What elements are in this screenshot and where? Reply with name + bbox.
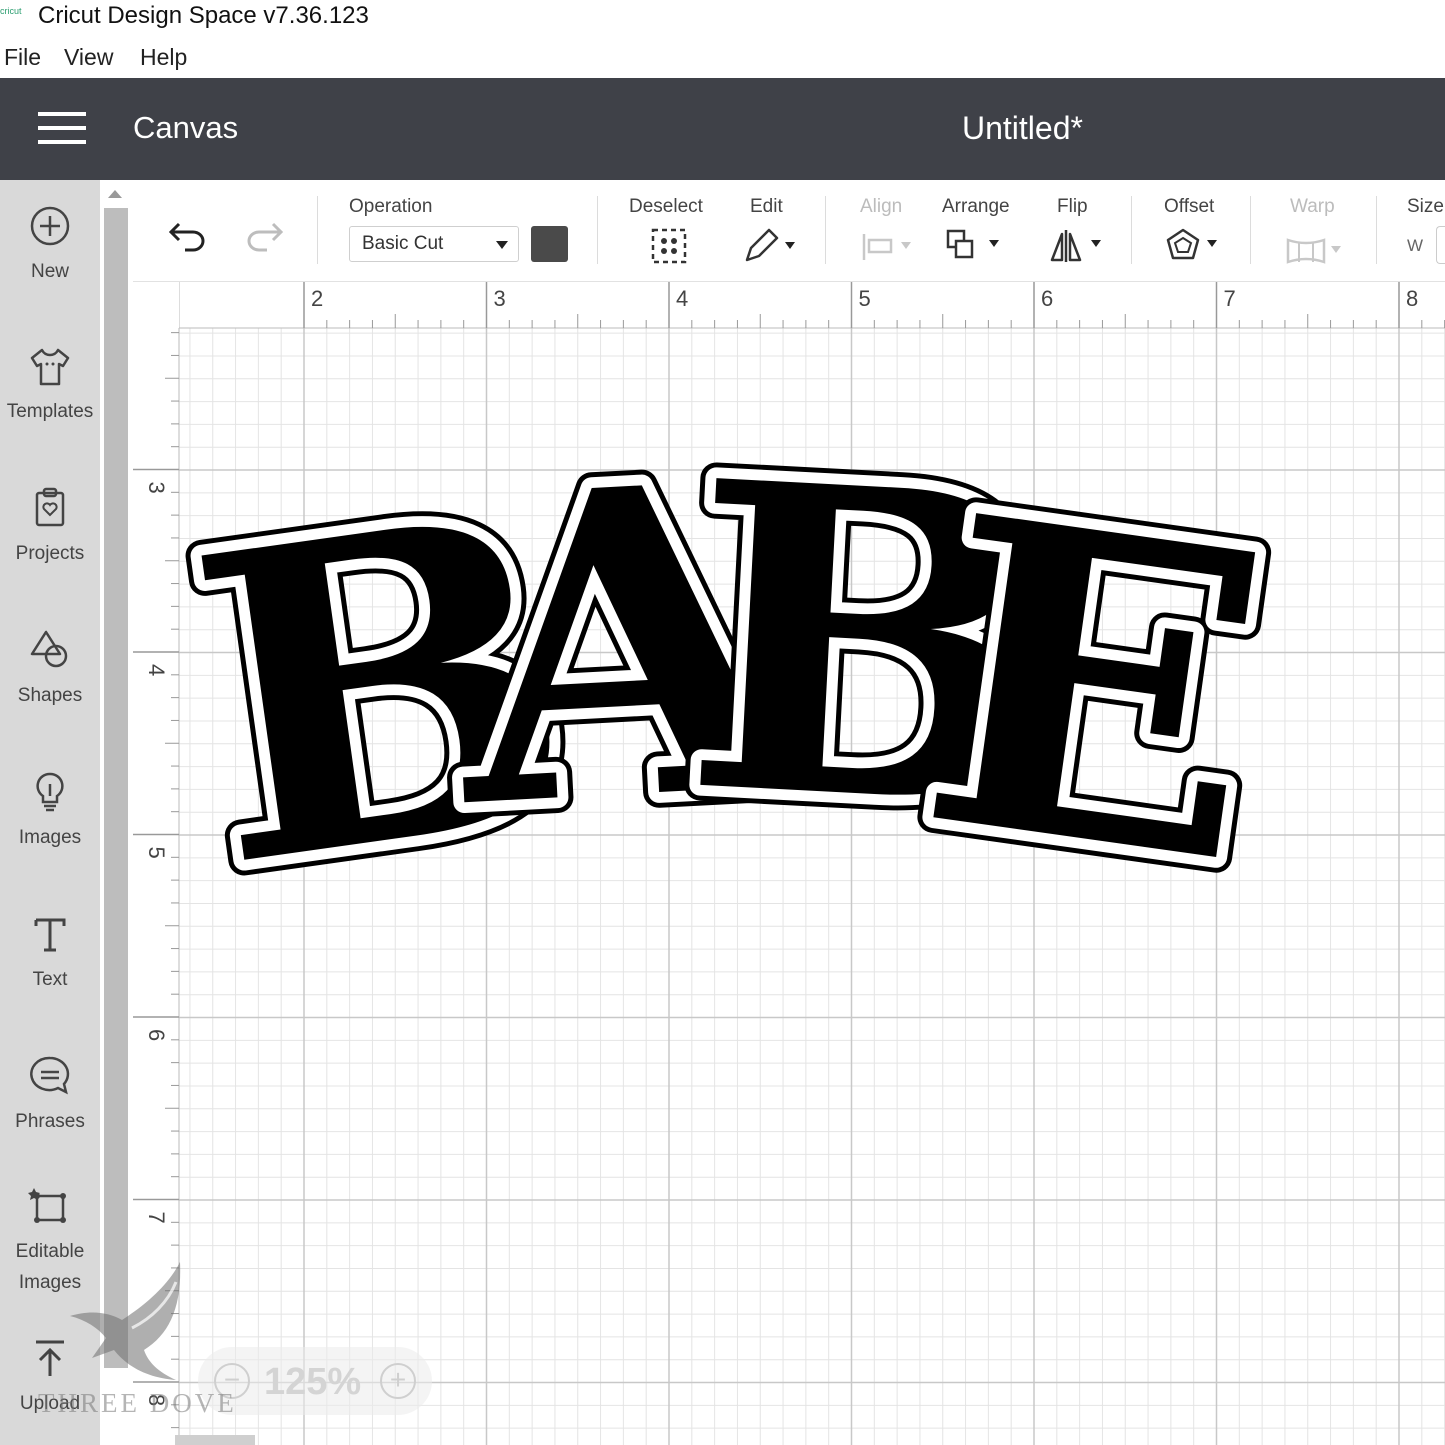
- app-header: Canvas Untitled*: [0, 78, 1445, 180]
- flip-icon[interactable]: [1049, 226, 1109, 266]
- sidebar-item-new[interactable]: New: [0, 204, 100, 287]
- ruler-top-label: 2: [311, 286, 323, 311]
- ruler-left-label: 4: [144, 664, 169, 676]
- warp-label: Warp: [1290, 196, 1335, 217]
- offset-icon[interactable]: [1163, 226, 1223, 266]
- sidebar-item-label: Phrases: [15, 1111, 85, 1132]
- ruler-top-label: 4: [676, 286, 688, 311]
- clipboard-heart-icon: [35, 487, 65, 527]
- toolbar-separator: [1376, 196, 1377, 264]
- size-width-label: W: [1407, 236, 1424, 255]
- size-label: Size: [1407, 196, 1444, 217]
- ruler-top-label: 3: [494, 286, 506, 311]
- edit-toolbar: Operation Basic Cut Deselect Edit Align …: [133, 180, 1445, 282]
- ruler-top-label: 6: [1041, 286, 1053, 311]
- toolbar-separator: [825, 196, 826, 264]
- arrange-label: Arrange: [942, 196, 1010, 217]
- app-title: Cricut Design Space v7.36.123: [38, 2, 369, 29]
- sidebar-item-images[interactable]: Images: [0, 770, 100, 853]
- dove-watermark-logo: [70, 1262, 181, 1380]
- deselect-label: Deselect: [629, 196, 703, 217]
- canvas-grid[interactable]: 23456782345678BBBAAABBBEEE: [133, 282, 1445, 1445]
- shapes-icon: [30, 630, 68, 668]
- canvas-horizontal-scroll-thumb: [175, 1435, 255, 1445]
- shirt-icon: [30, 348, 70, 386]
- editable-image-icon: [28, 1188, 66, 1223]
- sidebar-item-label: Shapes: [17, 685, 83, 706]
- hamburger-menu-icon[interactable]: [38, 112, 86, 146]
- sidebar-item-label: Templates: [6, 401, 94, 422]
- speech-bubble-icon: [30, 1056, 70, 1095]
- ruler-left-label: 6: [144, 1029, 169, 1041]
- top-ruler: [133, 282, 1445, 328]
- sidebar-item-label: New: [30, 261, 69, 282]
- scroll-up-arrow-icon[interactable]: [108, 190, 122, 198]
- ruler-corner: [133, 282, 179, 328]
- deselect-icon[interactable]: [649, 226, 689, 266]
- ruler-top-label: 8: [1406, 286, 1418, 311]
- undo-icon[interactable]: [167, 216, 209, 252]
- operation-label: Operation: [349, 196, 433, 217]
- left-sidebar: New Templates Projects Shapes Images Tex…: [0, 180, 100, 1445]
- document-title[interactable]: Untitled*: [962, 110, 1083, 147]
- warp-icon: [1286, 238, 1341, 264]
- sidebar-item-phrases[interactable]: Phrases: [0, 1054, 100, 1137]
- size-width-input[interactable]: [1436, 226, 1445, 264]
- ruler-top-label: 5: [859, 286, 871, 311]
- toolbar-separator: [1250, 196, 1251, 264]
- menu-view[interactable]: View: [64, 44, 113, 71]
- align-label: Align: [860, 196, 903, 217]
- sidebar-item-shapes[interactable]: Shapes: [0, 628, 100, 711]
- menu-help[interactable]: Help: [140, 44, 187, 71]
- ruler-top-label: 7: [1224, 286, 1236, 311]
- ruler-left-label: 3: [144, 482, 169, 494]
- text-t-icon: [34, 918, 66, 952]
- lightbulb-icon: [36, 772, 64, 812]
- design-canvas[interactable]: 23456782345678BBBAAABBBEEE: [133, 282, 1445, 1445]
- app-logo: cricut: [0, 6, 22, 16]
- flip-label: Flip: [1057, 196, 1088, 217]
- sidebar-scroll-thumb[interactable]: [104, 208, 128, 1368]
- watermark-text: THREE DOVE: [38, 1388, 237, 1418]
- design-letter-e[interactable]: E: [900, 423, 1293, 959]
- zoom-in-button[interactable]: +: [380, 1363, 416, 1399]
- menu-file[interactable]: File: [4, 44, 41, 71]
- sidebar-item-projects[interactable]: Projects: [0, 486, 100, 569]
- redo-icon[interactable]: [243, 216, 285, 252]
- ruler-left-label: 5: [144, 847, 169, 859]
- sidebar-item-label: Text: [32, 969, 68, 990]
- operation-dropdown[interactable]: Basic Cut: [349, 226, 519, 262]
- toolbar-separator: [1131, 196, 1132, 264]
- plus-circle-icon: [30, 206, 70, 246]
- menu-bar: File View Help: [0, 40, 1445, 76]
- arrange-icon[interactable]: [945, 228, 1005, 266]
- sidebar-item-templates[interactable]: Templates: [0, 344, 100, 427]
- align-icon: [862, 234, 911, 260]
- offset-label: Offset: [1164, 196, 1215, 217]
- pencil-edit-icon[interactable]: [741, 226, 801, 266]
- operation-color-swatch[interactable]: [531, 226, 568, 262]
- sidebar-item-label: Projects: [15, 543, 85, 564]
- ruler-left-label: 7: [144, 1212, 169, 1224]
- window-title-bar: cricut Cricut Design Space v7.36.123: [0, 0, 1445, 36]
- sidebar-item-label: Images: [18, 827, 82, 848]
- zoom-level: 125%: [264, 1361, 362, 1403]
- chevron-down-icon: [496, 241, 508, 249]
- operation-value: Basic Cut: [362, 233, 444, 254]
- section-title: Canvas: [133, 110, 239, 145]
- toolbar-separator: [317, 196, 318, 264]
- design-babe-text[interactable]: BBBAAABBBEEE: [154, 374, 1309, 978]
- sidebar-item-text[interactable]: Text: [0, 912, 100, 995]
- edit-label: Edit: [750, 196, 783, 217]
- toolbar-separator: [597, 196, 598, 264]
